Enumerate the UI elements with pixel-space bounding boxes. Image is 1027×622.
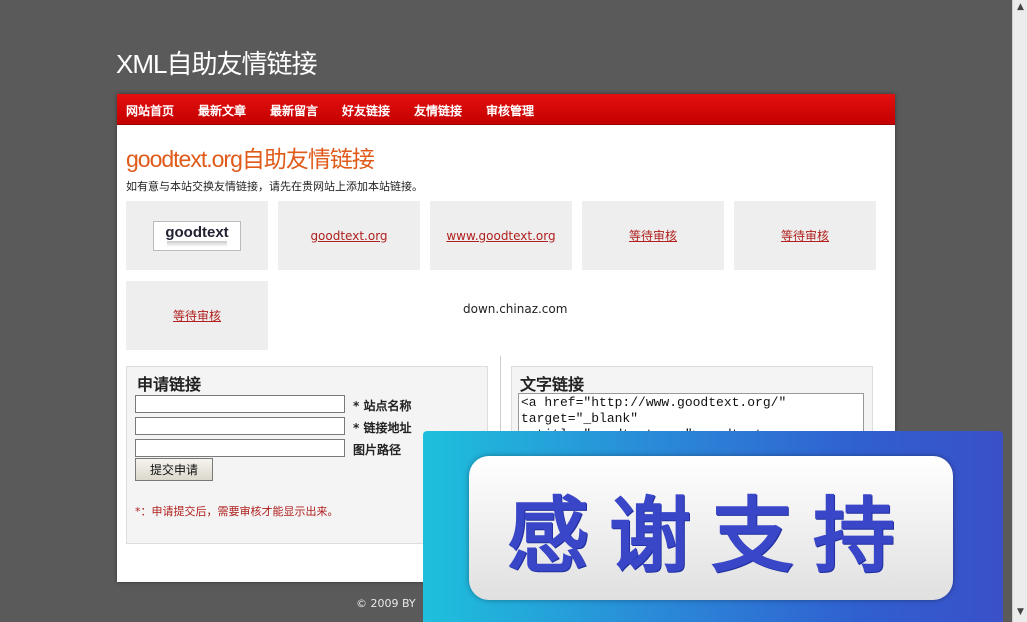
- logo-text: goodtext: [165, 223, 229, 241]
- logo-reflection: [167, 240, 227, 247]
- link-box: 等待审核: [734, 201, 876, 270]
- link-pending[interactable]: 等待审核: [781, 227, 829, 244]
- thanks-panel: 感谢支持: [469, 456, 953, 600]
- nav-home[interactable]: 网站首页: [126, 102, 174, 119]
- intro-text: 如有意与本站交换友情链接，请先在贵网站上添加本站链接。: [126, 180, 423, 193]
- apply-note: *：申请提交后，需要审核才能显示出来。: [135, 505, 339, 518]
- page-heading: goodtext.org自助友情链接: [126, 146, 375, 172]
- image-path-input[interactable]: [135, 439, 345, 457]
- text-link-title: 文字链接: [520, 375, 585, 394]
- nav-links[interactable]: 友情链接: [414, 102, 462, 119]
- nav-messages[interactable]: 最新留言: [270, 102, 318, 119]
- thanks-overlay-image: 感谢支持: [423, 431, 1003, 622]
- site-title: XML自助友情链接: [116, 49, 317, 79]
- vertical-scrollbar[interactable]: ▲ ▼: [1012, 0, 1027, 622]
- nav-friends[interactable]: 好友链接: [342, 102, 390, 119]
- link-box-logo: goodtext: [126, 201, 268, 270]
- submit-button[interactable]: 提交申请: [135, 458, 213, 481]
- site-url-input[interactable]: [135, 417, 345, 435]
- image-path-label: 图片路径: [353, 443, 402, 457]
- domain-note: down.chinaz.com: [463, 302, 568, 316]
- link-box: 等待审核: [582, 201, 724, 270]
- site-name-input[interactable]: [135, 395, 345, 413]
- link-www-goodtext-org[interactable]: www.goodtext.org: [446, 229, 555, 243]
- footer-copyright: © 2009 BY: [356, 597, 416, 610]
- site-url-label: * 链接地址: [353, 421, 412, 435]
- link-box: 等待审核: [126, 281, 268, 350]
- link-goodtext-org[interactable]: goodtext.org: [310, 229, 387, 243]
- nav-bar: 网站首页 最新文章 最新留言 好友链接 友情链接 审核管理: [117, 94, 895, 125]
- nav-review[interactable]: 审核管理: [486, 102, 534, 119]
- link-box: goodtext.org: [278, 201, 420, 270]
- link-pending[interactable]: 等待审核: [173, 307, 221, 324]
- link-box: www.goodtext.org: [430, 201, 572, 270]
- link-pending[interactable]: 等待审核: [629, 227, 677, 244]
- goodtext-logo[interactable]: goodtext: [153, 220, 241, 251]
- nav-articles[interactable]: 最新文章: [198, 102, 246, 119]
- apply-form-title: 申请链接: [137, 375, 202, 394]
- scroll-up-arrow-icon[interactable]: ▲: [1015, 2, 1026, 13]
- thanks-text: 感谢支持: [506, 488, 915, 584]
- site-name-label: * 站点名称: [353, 399, 412, 413]
- scroll-down-arrow-icon[interactable]: ▼: [1015, 607, 1026, 618]
